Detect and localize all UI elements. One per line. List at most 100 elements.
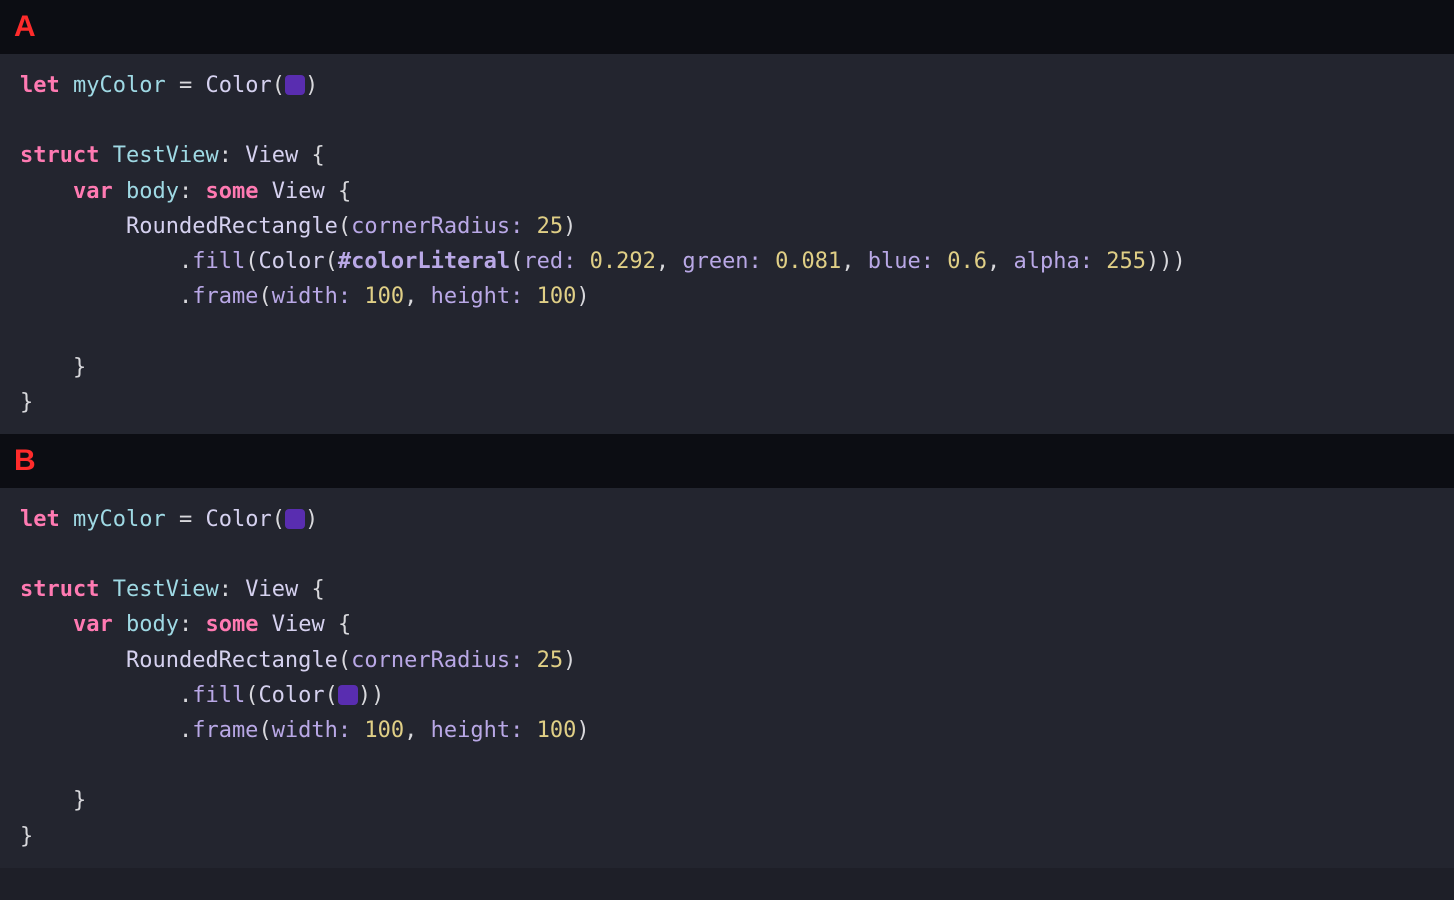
lbrace: { [311,143,324,168]
num-green: 0.081 [775,249,841,274]
id-body: body [126,612,179,637]
arg-blue: blue: [868,249,934,274]
kw-struct: struct [20,143,99,168]
dot: . [179,718,192,743]
rparen: ) [1173,249,1186,274]
type-color: Color [258,683,324,708]
arg-width: width: [272,718,351,743]
color-swatch-icon[interactable] [285,509,305,529]
m-fill: fill [192,249,245,274]
num-alpha: 255 [1106,249,1146,274]
rparen: ) [563,648,576,673]
m-fill: fill [192,683,245,708]
kw-var: var [73,179,113,204]
rparen: ) [371,683,384,708]
arg-cornerradius: cornerRadius: [351,648,523,673]
type-roundedrect: RoundedRectangle [126,648,338,673]
comma: , [841,249,854,274]
pane-label-row-b: B [0,434,1454,488]
rparen: ) [1159,249,1172,274]
lbrace: { [338,179,351,204]
rparen: ) [576,284,589,309]
m-frame: frame [192,718,258,743]
colon: : [219,577,232,602]
type-color: Color [258,249,324,274]
num-25: 25 [537,648,564,673]
lparen: ( [245,249,258,274]
arg-height: height: [431,284,524,309]
kw-var: var [73,612,113,637]
color-swatch-icon[interactable] [338,685,358,705]
lparen: ( [245,683,258,708]
dot: . [179,249,192,274]
id-testview: TestView [113,143,219,168]
rbrace: } [20,390,33,415]
lparen: ( [338,214,351,239]
type-color: Color [205,73,271,98]
arg-cornerradius: cornerRadius: [351,214,523,239]
color-swatch-icon[interactable] [285,75,305,95]
kw-some: some [205,179,258,204]
pane-label-row-a: A [0,0,1454,54]
lparen: ( [325,683,338,708]
rparen: ) [305,73,318,98]
num-25: 25 [537,214,564,239]
rparen: ) [576,718,589,743]
m-frame: frame [192,284,258,309]
lparen: ( [258,284,271,309]
kw-struct: struct [20,577,99,602]
lparen: ( [338,648,351,673]
colon: : [179,612,192,637]
colon: : [179,179,192,204]
rparen: ) [1146,249,1159,274]
type-roundedrect: RoundedRectangle [126,214,338,239]
rbrace: } [73,788,86,813]
lbrace: { [311,577,324,602]
rbrace: } [73,355,86,380]
type-color: Color [205,507,271,532]
pane-label-a: A [14,3,36,51]
lparen: ( [258,718,271,743]
num-100: 100 [364,718,404,743]
lparen: ( [325,249,338,274]
rparen: ) [358,683,371,708]
arg-width: width: [272,284,351,309]
lparen: ( [272,73,285,98]
comma: , [404,284,417,309]
id-body: body [126,179,179,204]
comma: , [987,249,1000,274]
id-mycolor: myColor [73,507,166,532]
comma: , [404,718,417,743]
color-literal: #colorLiteral [338,249,510,274]
colon: : [219,143,232,168]
rparen: ) [305,507,318,532]
dot: . [179,683,192,708]
type-view: View [245,143,298,168]
kw-some: some [205,612,258,637]
type-view: View [245,577,298,602]
arg-red: red: [523,249,576,274]
arg-alpha: alpha: [1014,249,1093,274]
dot: . [179,284,192,309]
pane-label-b: B [14,437,36,485]
arg-green: green: [682,249,761,274]
id-mycolor: myColor [73,73,166,98]
num-100: 100 [364,284,404,309]
code-pane-b[interactable]: let myColor = Color() struct TestView: V… [0,488,1454,868]
lparen: ( [272,507,285,532]
id-testview: TestView [113,577,219,602]
rbrace: } [20,824,33,849]
code-pane-a[interactable]: let myColor = Color() struct TestView: V… [0,54,1454,434]
kw-let: let [20,73,60,98]
num-100: 100 [537,718,577,743]
type-view: View [272,179,325,204]
type-view: View [272,612,325,637]
kw-let: let [20,507,60,532]
op-eq: = [179,507,192,532]
num-blue: 0.6 [947,249,987,274]
num-100: 100 [537,284,577,309]
lparen: ( [510,249,523,274]
comma: , [656,249,669,274]
lbrace: { [338,612,351,637]
rparen: ) [563,214,576,239]
